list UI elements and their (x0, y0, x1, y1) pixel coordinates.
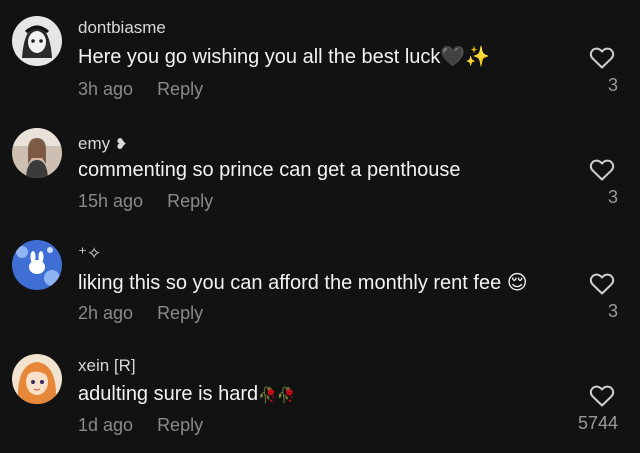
comment-emoji: 🥀🥀 (258, 386, 296, 404)
comment-list: dontbiasme Here you go wishing you all t… (0, 0, 640, 453)
avatar[interactable] (12, 354, 62, 404)
reply-button[interactable]: Reply (157, 78, 203, 100)
comment-emoji: 😌 (506, 270, 528, 294)
like-control: 3 (558, 272, 618, 322)
comment-username[interactable]: ⁺✧ (78, 244, 101, 264)
comment-meta: 1d ago Reply (78, 414, 203, 436)
comment-text: adulting sure is hard🥀🥀 (78, 382, 295, 407)
comment-username[interactable]: emy ❥ (78, 134, 127, 154)
comment-meta: 2h ago Reply (78, 302, 203, 324)
comment-meta: 3h ago Reply (78, 78, 203, 100)
comment-body: commenting so prince can get a penthouse (78, 159, 461, 181)
heart-icon[interactable] (589, 384, 615, 408)
like-count: 3 (607, 187, 618, 207)
avatar[interactable] (12, 240, 62, 290)
heart-icon[interactable] (589, 46, 615, 70)
comment-timestamp: 3h ago (78, 79, 134, 99)
username-text: emy (78, 134, 111, 153)
like-count: 5744 (577, 413, 618, 433)
comment-item: dontbiasme Here you go wishing you all t… (0, 0, 640, 112)
comment-timestamp: 15h ago (78, 191, 144, 211)
comment-body: adulting sure is hard (78, 383, 259, 405)
like-control: 5744 (558, 384, 618, 434)
reply-button[interactable]: Reply (167, 190, 213, 212)
comment-username[interactable]: xein [R] (78, 356, 136, 376)
avatar[interactable] (12, 16, 62, 66)
comment-timestamp: 1d ago (78, 415, 134, 435)
comment-item: xein [R] adulting sure is hard🥀🥀 1d ago R… (0, 336, 640, 448)
comment-body: Here you go wishing you all the best luc… (78, 46, 441, 68)
username-emoji: ❥ (114, 135, 128, 153)
reply-button[interactable]: Reply (157, 302, 203, 324)
heart-icon[interactable] (589, 158, 615, 182)
comment-timestamp: 2h ago (78, 303, 134, 323)
like-control: 3 (558, 158, 618, 208)
comment-emoji: 🖤✨ (440, 44, 491, 68)
comment-item: emy ❥ commenting so prince can get a pen… (0, 112, 640, 224)
like-count: 3 (607, 75, 618, 95)
comment-text: commenting so prince can get a penthouse (78, 158, 460, 182)
avatar[interactable] (12, 128, 62, 178)
like-control: 3 (558, 46, 618, 96)
like-count: 3 (607, 301, 618, 321)
comment-item: ⁺✧ liking this so you can afford the mon… (0, 224, 640, 336)
heart-icon[interactable] (589, 272, 615, 296)
comment-meta: 15h ago Reply (78, 190, 213, 212)
comment-username[interactable]: dontbiasme (78, 18, 166, 38)
comment-text: Here you go wishing you all the best luc… (78, 44, 490, 69)
comment-body: liking this so you can afford the monthl… (78, 272, 502, 294)
comment-text: liking this so you can afford the monthl… (78, 270, 528, 295)
reply-button[interactable]: Reply (157, 414, 203, 436)
